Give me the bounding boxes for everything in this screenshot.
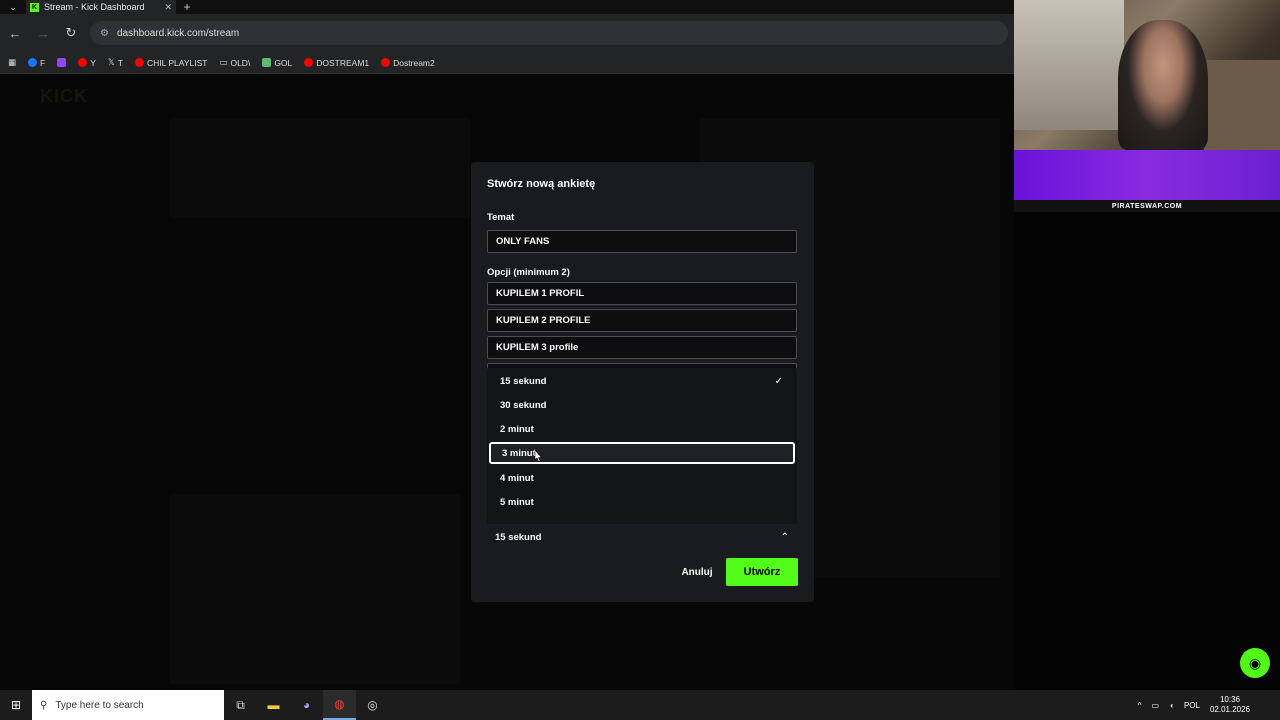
task-view-icon[interactable]: ⧉ xyxy=(224,690,257,720)
discord-app-icon[interactable]: ◕ xyxy=(290,690,323,720)
system-tray: ^ ▭ ◖ POL 10:36 02.01.2026 xyxy=(1138,690,1250,720)
bookmark-gol[interactable]: GOL xyxy=(262,58,292,68)
bookmark-label: Dostream2 xyxy=(393,57,435,68)
tray-chevron-up-icon[interactable]: ^ xyxy=(1138,701,1142,710)
bookmark-label: F xyxy=(40,57,46,68)
option-input-3[interactable]: KUPILEM 3 profile xyxy=(487,336,797,359)
youtube-icon xyxy=(134,58,144,67)
option-label: 30 sekund xyxy=(500,399,547,411)
chevron-up-icon: ⌃ xyxy=(780,531,789,543)
close-tab-icon[interactable]: ✕ xyxy=(164,2,172,13)
windows-taskbar: ⊞ ⚲ Type here to search ⧉ ▬ ◕ ◍ ◎ ^ ▭ ◖ … xyxy=(0,690,1280,720)
chrome-app-icon[interactable]: ◍ xyxy=(323,690,356,720)
duration-option-30s[interactable]: 30 sekund xyxy=(489,394,795,416)
network-icon[interactable]: ▭ xyxy=(1152,701,1160,710)
topic-label: Temat xyxy=(487,212,515,223)
bookmark-dostream2[interactable]: Dostream2 xyxy=(381,58,435,68)
bookmark-folder-old[interactable]: ▭ OLD\ xyxy=(219,57,250,68)
option-label: 2 minut xyxy=(500,423,534,435)
browser-toolbar: ← → ↻ ⚙ dashboard.kick.com/stream xyxy=(0,14,1014,52)
taskbar-search-placeholder: Type here to search xyxy=(55,699,144,711)
screen: ⌄ K Stream - Kick Dashboard ✕ + ← → ↻ ⚙ … xyxy=(0,0,1280,720)
option-input-2[interactable]: KUPILEM 2 PROFILE xyxy=(487,309,797,332)
folder-icon: ▭ xyxy=(219,57,228,67)
mouse-cursor-icon xyxy=(534,450,542,462)
clock-date: 02.01.2026 xyxy=(1209,705,1250,714)
topic-input[interactable]: ONLY FANS xyxy=(487,230,797,253)
bookmark-label: Y xyxy=(90,57,96,68)
clock-time: 10:36 xyxy=(1219,695,1240,704)
cancel-button[interactable]: Anuluj xyxy=(676,560,718,584)
help-chat-icon[interactable]: ◉ xyxy=(1240,648,1270,678)
webcam-couch xyxy=(1204,60,1280,150)
bookmarks-bar: ▦ F Y 𝕏T CHIL PLAYLIST ▭ OLD\ GOL DOSTREA… xyxy=(0,52,1014,74)
checkmark-icon: ✓ xyxy=(774,375,783,387)
create-poll-dialog: Stwórz nową ankietę Temat ONLY FANS Opcj… xyxy=(471,162,814,602)
duration-option-2m[interactable]: 2 minut xyxy=(489,418,795,440)
reload-icon[interactable]: ↻ xyxy=(62,25,80,41)
bookmark-label: CHIL PLAYLIST xyxy=(146,57,208,68)
bookmark-facebook[interactable]: F xyxy=(28,58,45,68)
dim-panel-bottom xyxy=(170,494,460,684)
address-bar[interactable]: ⚙ dashboard.kick.com/stream xyxy=(90,21,1008,45)
taskbar-search[interactable]: ⚲ Type here to search xyxy=(32,690,224,720)
youtube-icon xyxy=(78,58,88,67)
apps-grid-icon[interactable]: ▦ xyxy=(8,57,16,68)
kick-favicon-icon: K xyxy=(30,2,39,12)
browser-tab-active[interactable]: K Stream - Kick Dashboard ✕ xyxy=(26,0,176,14)
clock[interactable]: 10:36 02.01.2026 xyxy=(1210,695,1250,715)
webcam-overlay xyxy=(1014,0,1280,150)
language-indicator[interactable]: POL xyxy=(1184,701,1200,710)
duration-select[interactable]: 15 sekund ⌃ xyxy=(487,526,797,548)
bookmark-label: DOSTREAM1 xyxy=(316,57,370,68)
bookmark-label: GOL xyxy=(274,57,293,68)
facebook-icon xyxy=(28,58,38,67)
bookmark-label: T xyxy=(117,57,123,68)
browser-tab-strip: ⌄ K Stream - Kick Dashboard ✕ + xyxy=(0,0,1014,14)
bookmark-chil-playlist[interactable]: CHIL PLAYLIST xyxy=(134,57,208,68)
options-label: Opcji (minimum 2) xyxy=(487,267,570,278)
duration-selected-value: 15 sekund xyxy=(495,531,542,543)
option-label: 3 minut xyxy=(502,447,536,459)
twitch-icon xyxy=(57,58,67,67)
sponsor-text: PIRATESWAP.COM xyxy=(1014,200,1280,212)
option-label: 4 minut xyxy=(500,472,534,484)
webcam-window xyxy=(1014,0,1124,130)
bookmark-x[interactable]: 𝕏T xyxy=(108,57,123,68)
duration-option-15s[interactable]: 15 sekund ✓ xyxy=(489,370,795,392)
youtube-icon xyxy=(381,58,391,67)
x-logo-icon: 𝕏 xyxy=(107,57,115,67)
new-tab-plus-icon[interactable]: + xyxy=(176,0,198,14)
bookmark-dostream1[interactable]: DOSTREAM1 xyxy=(304,58,369,68)
option-input-1[interactable]: KUPILEM 1 PROFIL xyxy=(487,282,797,305)
gol-icon xyxy=(262,58,272,67)
bookmark-youtube[interactable]: Y xyxy=(78,58,96,68)
file-explorer-icon[interactable]: ▬ xyxy=(257,690,290,720)
dialog-title: Stwórz nową ankietę xyxy=(487,178,596,190)
bookmark-label: OLD\ xyxy=(230,57,251,68)
tab-title: Stream - Kick Dashboard xyxy=(44,2,145,12)
duration-option-5m[interactable]: 5 minut xyxy=(489,491,795,513)
option-label: 5 minut xyxy=(500,496,534,508)
windows-start-icon[interactable]: ⊞ xyxy=(0,690,32,720)
obs-app-icon[interactable]: ◎ xyxy=(356,690,389,720)
back-arrow-icon[interactable]: ← xyxy=(6,26,24,41)
youtube-icon xyxy=(304,58,314,67)
volume-icon[interactable]: ◖ xyxy=(1169,701,1174,710)
duration-option-4m[interactable]: 4 minut xyxy=(489,467,795,489)
address-url: dashboard.kick.com/stream xyxy=(116,27,240,39)
forward-arrow-icon[interactable]: → xyxy=(34,26,52,41)
webcam-streamer xyxy=(1118,20,1208,150)
kick-logo: KICK xyxy=(40,86,88,106)
option-label: 15 sekund xyxy=(500,375,547,387)
sponsor-banner: PIRATESWAP.COM xyxy=(1014,150,1280,212)
create-button[interactable]: Utwórz xyxy=(726,558,798,586)
bookmark-twitch[interactable] xyxy=(57,58,67,67)
tab-search-chevron-icon[interactable]: ⌄ xyxy=(0,0,26,14)
duration-dropdown-list: 15 sekund ✓ 30 sekund 2 minut 3 minut 4 … xyxy=(487,368,797,524)
site-info-icon[interactable]: ⚙ xyxy=(100,28,109,39)
search-icon: ⚲ xyxy=(40,699,48,711)
dim-chat-panel xyxy=(1014,212,1280,690)
dim-panel-left xyxy=(170,118,470,218)
